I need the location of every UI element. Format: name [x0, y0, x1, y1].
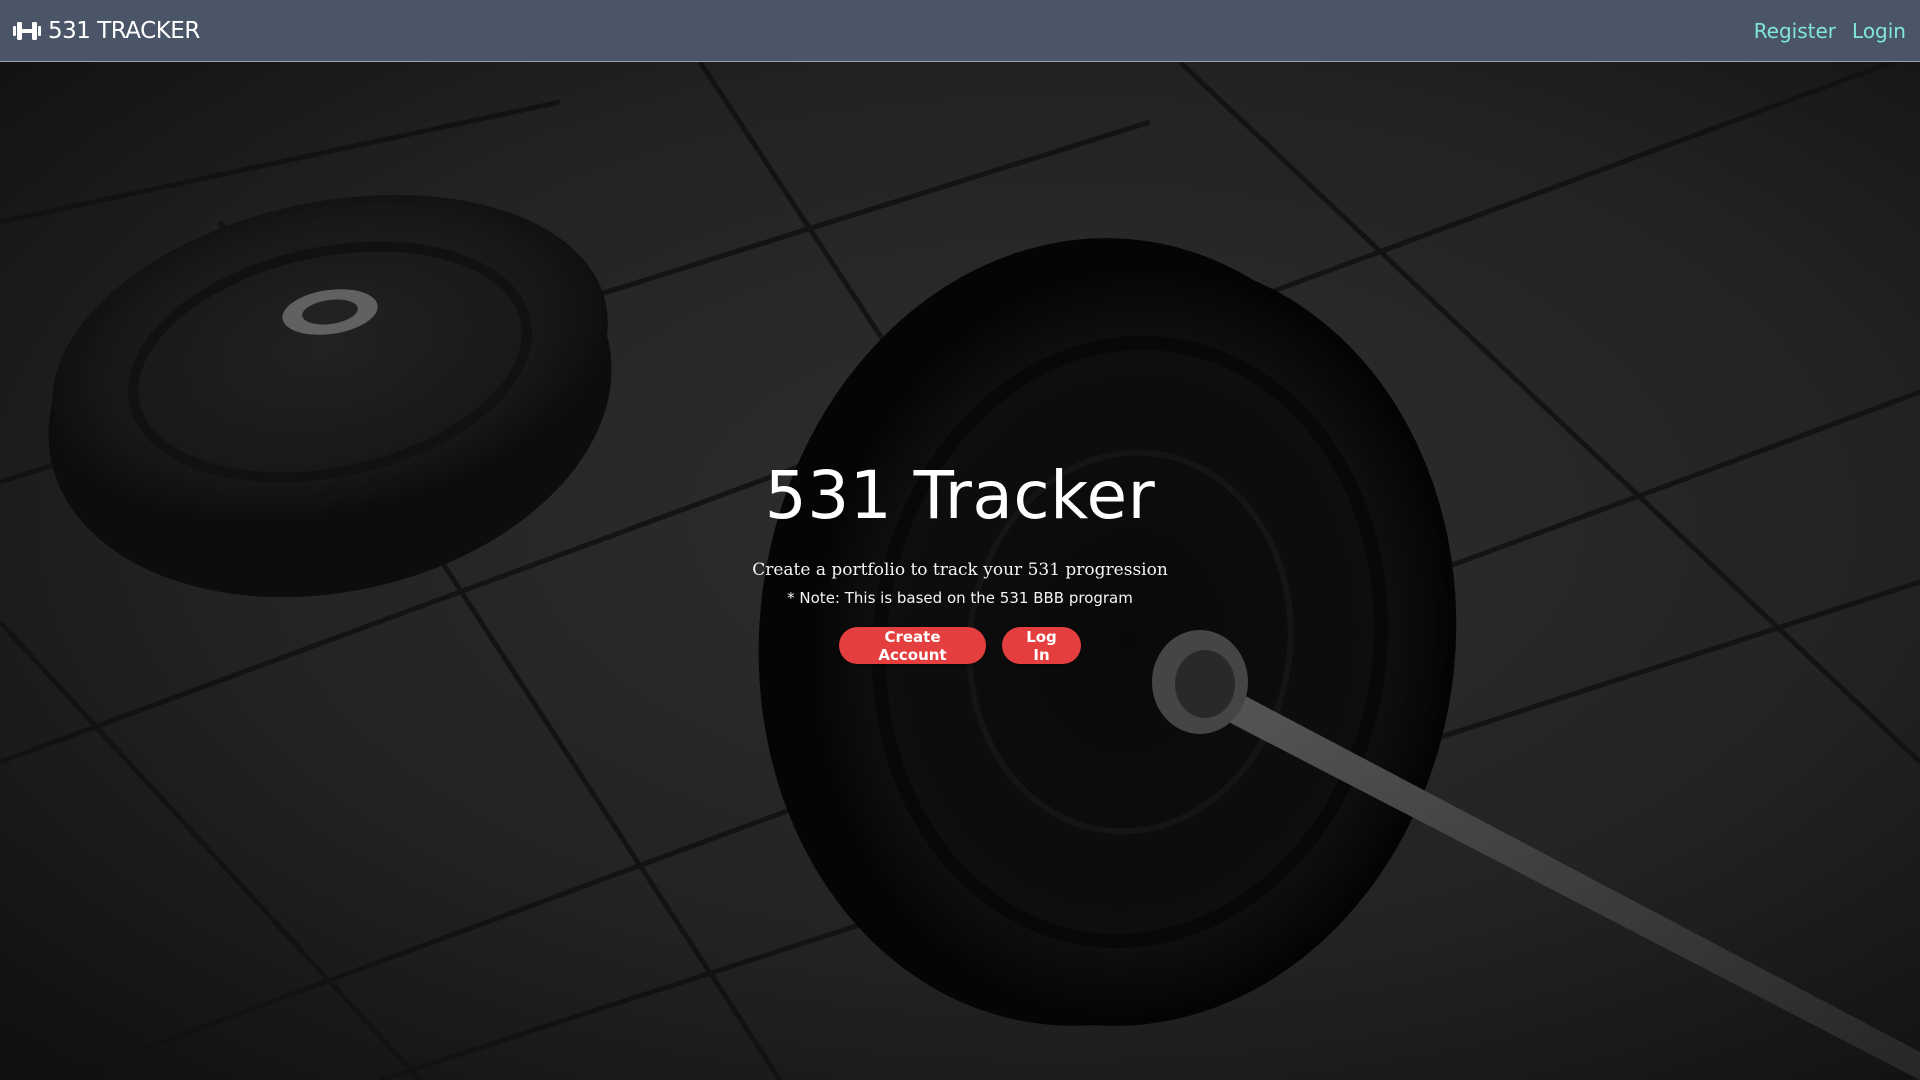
top-navbar: 531 TRACKER Register Login — [0, 0, 1920, 62]
brand-label: 531 TRACKER — [48, 17, 200, 44]
hero-title: 531 Tracker — [764, 457, 1156, 534]
log-in-button[interactable]: Log In — [1002, 627, 1081, 664]
dumbbell-icon — [12, 20, 42, 42]
nav-links: Register Login — [1754, 19, 1908, 43]
hero-section: 531 Tracker Create a portfolio to track … — [0, 62, 1920, 1080]
brand-link[interactable]: 531 TRACKER — [12, 18, 200, 44]
hero-content: 531 Tracker Create a portfolio to track … — [0, 62, 1920, 1080]
hero-note: * Note: This is based on the 531 BBB pro… — [787, 589, 1133, 607]
login-link[interactable]: Login — [1852, 19, 1906, 43]
hero-subtitle: Create a portfolio to track your 531 pro… — [752, 560, 1168, 580]
register-link[interactable]: Register — [1754, 19, 1836, 43]
hero-button-row: Create Account Log In — [0, 627, 1920, 664]
create-account-button[interactable]: Create Account — [839, 627, 986, 664]
